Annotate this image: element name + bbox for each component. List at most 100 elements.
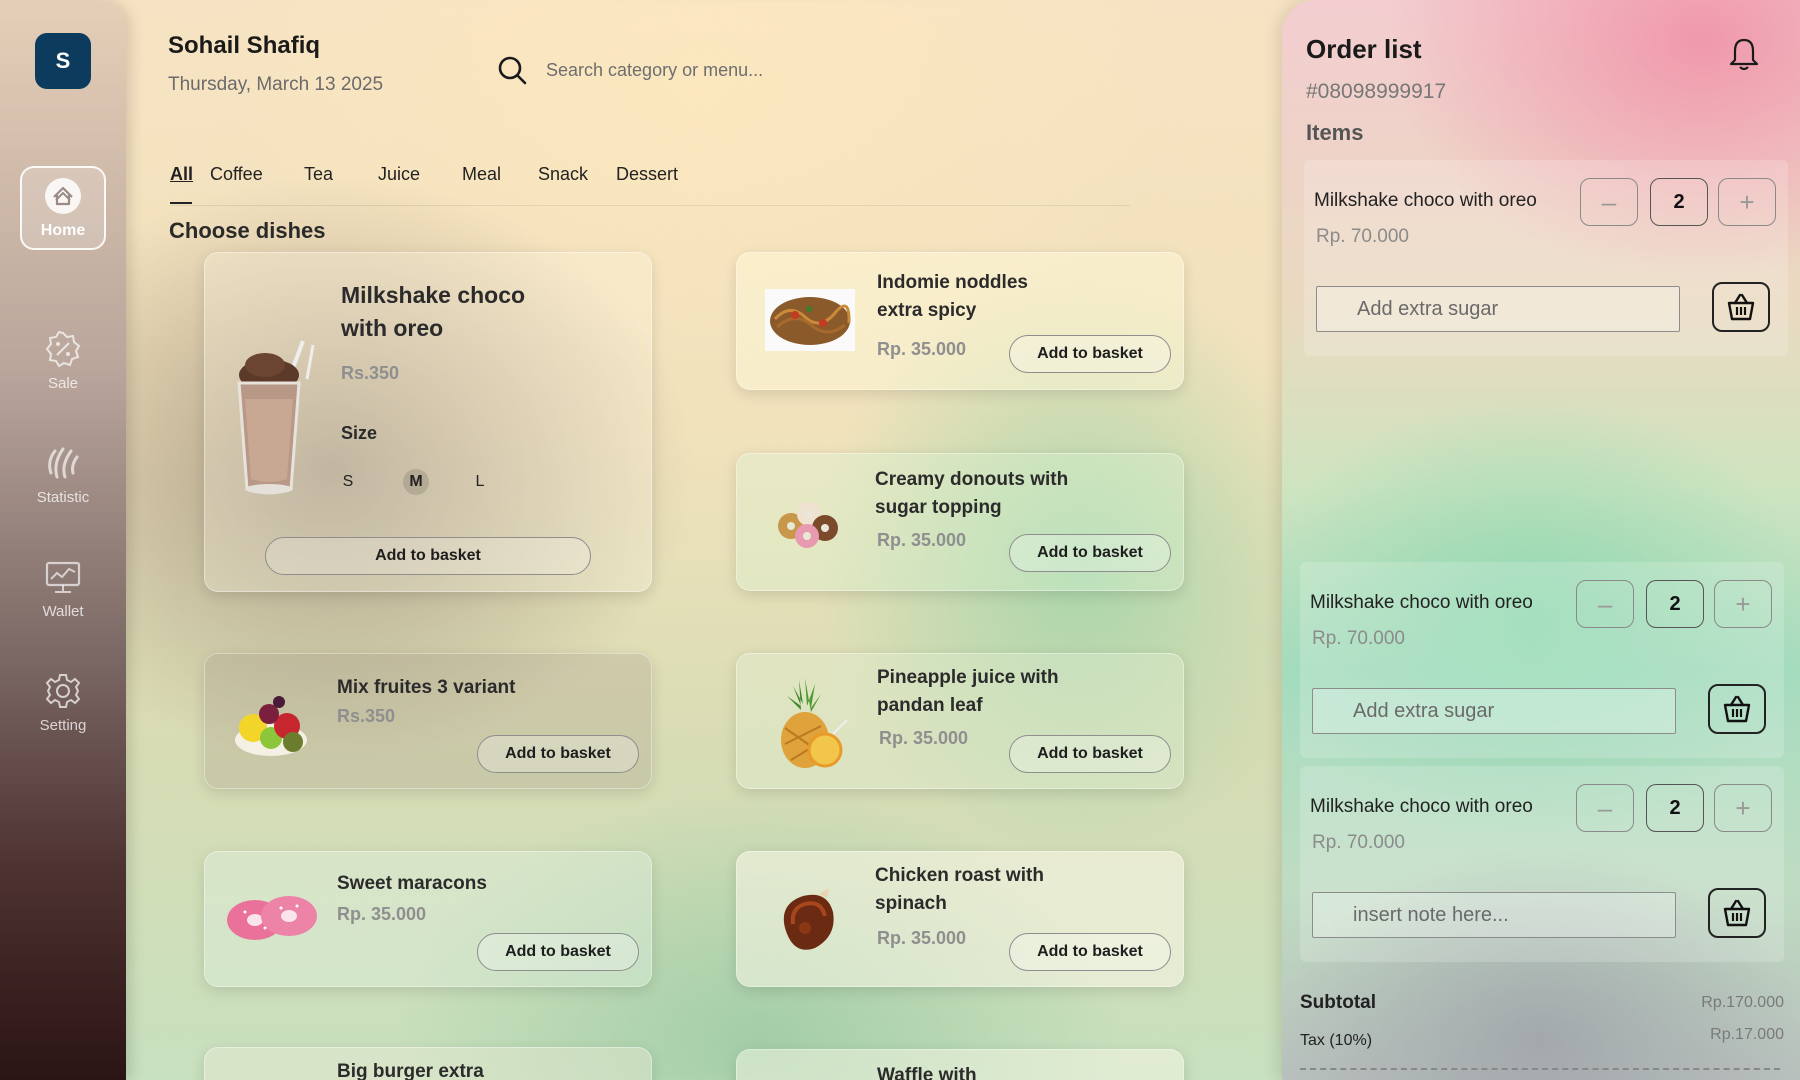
tax-label: Tax (10%): [1300, 1032, 1373, 1049]
add-to-basket-button[interactable]: Add to basket: [265, 537, 591, 575]
dish-name-line1: Sweet maracons: [337, 873, 487, 894]
order-id: #08098999917: [1306, 80, 1447, 103]
chicken-image: [783, 888, 834, 950]
sidebar-item-sale[interactable]: Sale: [20, 318, 106, 402]
dish-name: Chicken roast with spinach: [875, 862, 1044, 917]
dish-card[interactable]: Sweet maracons Rp. 35.000 Add to basket: [204, 851, 652, 987]
order-note-input[interactable]: [1312, 688, 1676, 734]
tab-dessert[interactable]: Dessert: [616, 164, 678, 185]
tab-snack[interactable]: Snack: [538, 164, 588, 185]
sidebar-item-statistic[interactable]: Statistic: [20, 432, 106, 516]
dish-name: Creamy donouts with sugar topping: [875, 466, 1068, 521]
dish-card[interactable]: Indomie noddles extra spicy Rp. 35.000 A…: [736, 252, 1184, 390]
dish-card[interactable]: Big burger extra: [204, 1047, 652, 1080]
increase-qty-button[interactable]: +: [1718, 178, 1776, 226]
dish-name: Milkshake choco with oreo: [341, 279, 525, 346]
sidebar-item-wallet[interactable]: Wallet: [20, 546, 106, 630]
category-tabs: All Coffee Tea Juice Meal Snack Dessert: [170, 162, 1130, 206]
dish-name-line2: spinach: [875, 892, 947, 914]
remove-item-button[interactable]: [1708, 888, 1766, 938]
size-option-s[interactable]: S: [335, 469, 361, 495]
size-option-m[interactable]: M: [403, 469, 429, 495]
user-name: Sohail Shafiq: [168, 32, 321, 59]
add-to-basket-button[interactable]: Add to basket: [477, 735, 639, 773]
order-item: Milkshake choco with oreo Rp. 70.000 – 2…: [1300, 562, 1784, 758]
add-to-basket-button[interactable]: Add to basket: [477, 933, 639, 971]
sidebar-item-label: Statistic: [36, 488, 90, 506]
items-label: Items: [1306, 120, 1364, 145]
qty-value: 2: [1646, 784, 1704, 832]
add-to-basket-button[interactable]: Add to basket: [1009, 335, 1171, 373]
decrease-qty-button[interactable]: –: [1580, 178, 1638, 226]
size-label: Size: [341, 423, 378, 443]
dish-name-line1: Indomie noddles: [877, 272, 1028, 293]
dish-name-line1: Creamy donouts with: [875, 469, 1069, 490]
featured-dish-card[interactable]: Milkshake choco with oreo Rs.350 Size S …: [204, 252, 652, 592]
dish-price: Rp. 35.000: [879, 728, 969, 748]
dish-card[interactable]: Mix fruites 3 variant Rs.350 Add to bask…: [204, 653, 652, 789]
decrease-qty-button[interactable]: –: [1576, 580, 1634, 628]
order-note-input[interactable]: [1316, 286, 1680, 332]
dish-card[interactable]: Chicken roast with spinach Rp. 35.000 Ad…: [736, 851, 1184, 987]
dish-name: Big burger extra: [337, 1058, 484, 1080]
order-title: Order list: [1306, 34, 1422, 64]
increase-qty-button[interactable]: +: [1714, 784, 1772, 832]
search-input[interactable]: [546, 50, 1106, 90]
dish-name-line2: sugar topping: [875, 496, 1002, 518]
order-item-price: Rp. 70.000: [1312, 628, 1405, 649]
basket-icon: [1723, 899, 1751, 927]
qty-value: 2: [1650, 178, 1708, 226]
add-to-basket-button[interactable]: Add to basket: [1009, 735, 1171, 773]
gear-icon: [45, 673, 81, 708]
sidebar: S Home Sale Statistic Wallet Setting: [0, 0, 126, 1080]
milkshake-image: [237, 340, 315, 495]
sidebar-item-label: Home: [40, 222, 86, 239]
tab-all[interactable]: All: [170, 164, 193, 185]
order-item: Milkshake choco with oreo Rp. 70.000 – 2…: [1304, 160, 1788, 356]
dish-price: Rp. 35.000: [337, 904, 427, 924]
active-tab-indicator: [170, 202, 192, 204]
add-to-basket-button[interactable]: Add to basket: [1009, 933, 1171, 971]
divider: [1300, 1068, 1780, 1070]
tab-tea[interactable]: Tea: [304, 164, 333, 185]
dish-name-line1: Chicken roast with: [875, 865, 1044, 886]
dish-name-line2: pandan leaf: [877, 694, 983, 716]
remove-item-button[interactable]: [1708, 684, 1766, 734]
tab-juice[interactable]: Juice: [378, 164, 420, 185]
subtotal-value: Rp.170.000: [1701, 994, 1784, 1011]
dish-card[interactable]: Pineapple juice with pandan leaf Rp. 35.…: [736, 653, 1184, 789]
dish-name-line1: Waffle with: [877, 1065, 977, 1080]
sidebar-item-label: Setting: [39, 716, 87, 734]
add-to-basket-button[interactable]: Add to basket: [1009, 534, 1171, 572]
dish-name-line1: Milkshake choco: [341, 282, 526, 308]
dish-price: Rp. 35.000: [877, 339, 967, 359]
dish-name-line2: with oreo: [341, 315, 444, 342]
tab-meal[interactable]: Meal: [462, 164, 501, 185]
sidebar-item-setting[interactable]: Setting: [20, 660, 106, 744]
decrease-qty-button[interactable]: –: [1576, 784, 1634, 832]
dish-name-line1: Big burger extra: [337, 1061, 484, 1080]
noodles-image: [765, 289, 855, 351]
dish-name: Sweet maracons: [337, 870, 487, 898]
dish-name-line1: Mix fruites 3 variant: [337, 677, 516, 698]
qty-value: 2: [1646, 580, 1704, 628]
macarons-image: [227, 896, 317, 940]
order-note-input[interactable]: [1312, 892, 1676, 938]
sidebar-item-home[interactable]: Home: [20, 166, 106, 250]
dish-card[interactable]: Creamy donouts with sugar topping Rp. 35…: [736, 453, 1184, 591]
search-icon[interactable]: [496, 54, 528, 86]
order-item: Milkshake choco with oreo Rp. 70.000 – 2…: [1300, 766, 1784, 962]
dish-name: Indomie noddles extra spicy: [877, 269, 1028, 324]
remove-item-button[interactable]: [1712, 282, 1770, 332]
avatar[interactable]: S: [35, 33, 91, 89]
dish-price: Rp. 35.000: [877, 530, 967, 550]
increase-qty-button[interactable]: +: [1714, 580, 1772, 628]
size-option-l[interactable]: L: [467, 469, 493, 495]
donuts-image: [778, 502, 838, 548]
dish-card[interactable]: Waffle with: [736, 1049, 1184, 1080]
bell-icon[interactable]: [1726, 36, 1762, 72]
tax-value: Rp.17.000: [1710, 1026, 1784, 1043]
tab-coffee[interactable]: Coffee: [210, 164, 263, 185]
dish-price: Rp. 35.000: [877, 928, 967, 948]
order-item-price: Rp. 70.000: [1312, 832, 1405, 853]
